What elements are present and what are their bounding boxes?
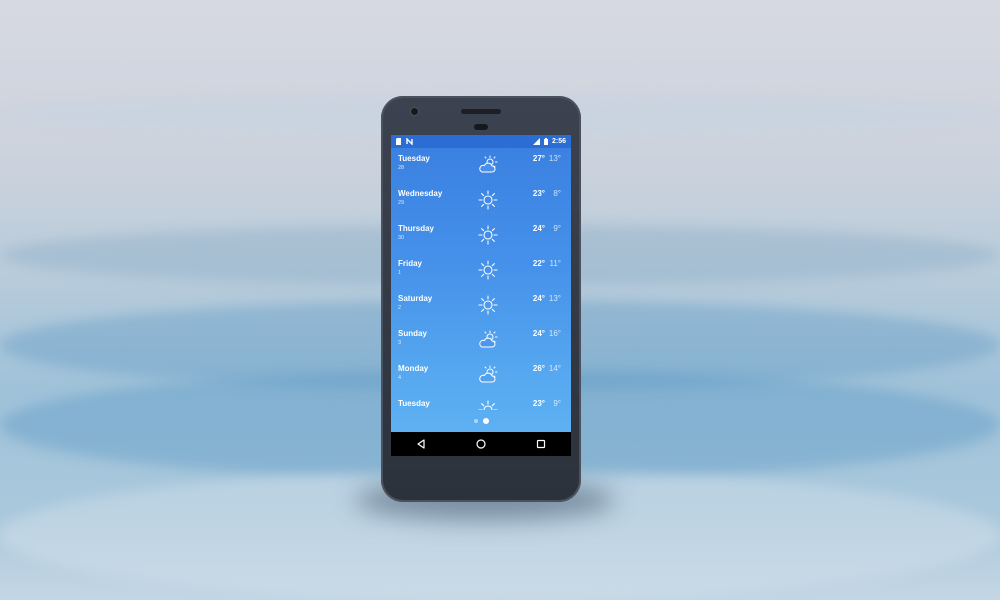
forecast-date: 4 bbox=[398, 375, 402, 381]
forecast-row[interactable]: Monday 4 26° 14° bbox=[391, 358, 571, 393]
forecast-day: Monday bbox=[398, 364, 429, 373]
sun-icon bbox=[478, 295, 498, 315]
phone-frame: 2:56 Tuesday 28 27° 13° Wednesday 29 23°… bbox=[381, 96, 581, 502]
forecast-date: 1 bbox=[398, 270, 402, 276]
recents-button[interactable] bbox=[526, 434, 556, 454]
earpiece-speaker bbox=[461, 109, 501, 114]
forecast-low: 13° bbox=[548, 154, 561, 163]
home-icon bbox=[476, 439, 486, 449]
battery-icon bbox=[543, 138, 548, 145]
forecast-day: Sunday bbox=[398, 329, 427, 338]
forecast-low: 8° bbox=[553, 189, 561, 198]
forecast-day: Friday bbox=[398, 259, 423, 268]
forecast-date: 30 bbox=[398, 235, 405, 241]
page-dot-1[interactable] bbox=[473, 419, 478, 423]
forecast-day: Saturday bbox=[398, 294, 433, 303]
forecast-row[interactable]: Wednesday 29 23° 8° bbox=[391, 183, 571, 218]
notification-n-icon bbox=[406, 138, 413, 145]
forecast-day: Thursday bbox=[398, 224, 435, 233]
forecast-date: 3 bbox=[398, 340, 402, 346]
sd-card-icon bbox=[396, 138, 401, 145]
sun-icon bbox=[478, 400, 498, 410]
forecast-low: 14° bbox=[548, 364, 561, 373]
phone-screen: 2:56 Tuesday 28 27° 13° Wednesday 29 23°… bbox=[391, 135, 571, 456]
sun-icon bbox=[478, 225, 498, 245]
partly-cloudy-icon bbox=[479, 330, 498, 348]
forecast-date: 29 bbox=[398, 200, 405, 206]
proximity-sensor bbox=[474, 124, 488, 130]
recents-icon bbox=[536, 439, 546, 449]
page-indicator bbox=[391, 418, 571, 424]
forecast-low: 9° bbox=[553, 399, 561, 408]
forecast-row[interactable]: Sunday 3 24° 16° bbox=[391, 323, 571, 358]
forecast-list[interactable]: Tuesday 28 27° 13° Wednesday 29 23° 8° T… bbox=[391, 148, 571, 410]
sun-icon bbox=[478, 260, 498, 280]
forecast-row[interactable]: Friday 1 22° 11° bbox=[391, 253, 571, 288]
front-camera bbox=[411, 108, 418, 115]
back-button[interactable] bbox=[406, 434, 436, 454]
forecast-day: Wednesday bbox=[398, 189, 443, 198]
navigation-bar bbox=[391, 432, 571, 456]
signal-icon bbox=[532, 138, 540, 145]
sun-icon bbox=[478, 190, 498, 210]
forecast-low: 11° bbox=[549, 259, 561, 268]
forecast-low: 13° bbox=[548, 294, 561, 303]
forecast-low: 16° bbox=[548, 329, 561, 338]
page-dot-2-active[interactable] bbox=[482, 418, 489, 424]
forecast-row[interactable]: Thursday 30 24° 9° bbox=[391, 218, 571, 253]
forecast-low: 9° bbox=[553, 224, 561, 233]
status-time: 2:56 bbox=[551, 138, 566, 145]
partly-cloudy-icon bbox=[479, 155, 498, 173]
partly-cloudy-icon bbox=[479, 365, 498, 383]
forecast-date: 28 bbox=[398, 165, 405, 171]
status-bar: 2:56 bbox=[391, 135, 571, 148]
back-icon bbox=[417, 439, 425, 449]
forecast-day: Tuesday bbox=[398, 399, 430, 408]
forecast-row[interactable]: Tuesday 28 27° 13° bbox=[391, 148, 571, 183]
home-button[interactable] bbox=[466, 434, 496, 454]
forecast-date: 2 bbox=[398, 305, 402, 311]
forecast-day: Tuesday bbox=[398, 154, 430, 163]
forecast-row[interactable]: Tuesday 23° 9° bbox=[391, 393, 571, 410]
forecast-row[interactable]: Saturday 2 24° 13° bbox=[391, 288, 571, 323]
